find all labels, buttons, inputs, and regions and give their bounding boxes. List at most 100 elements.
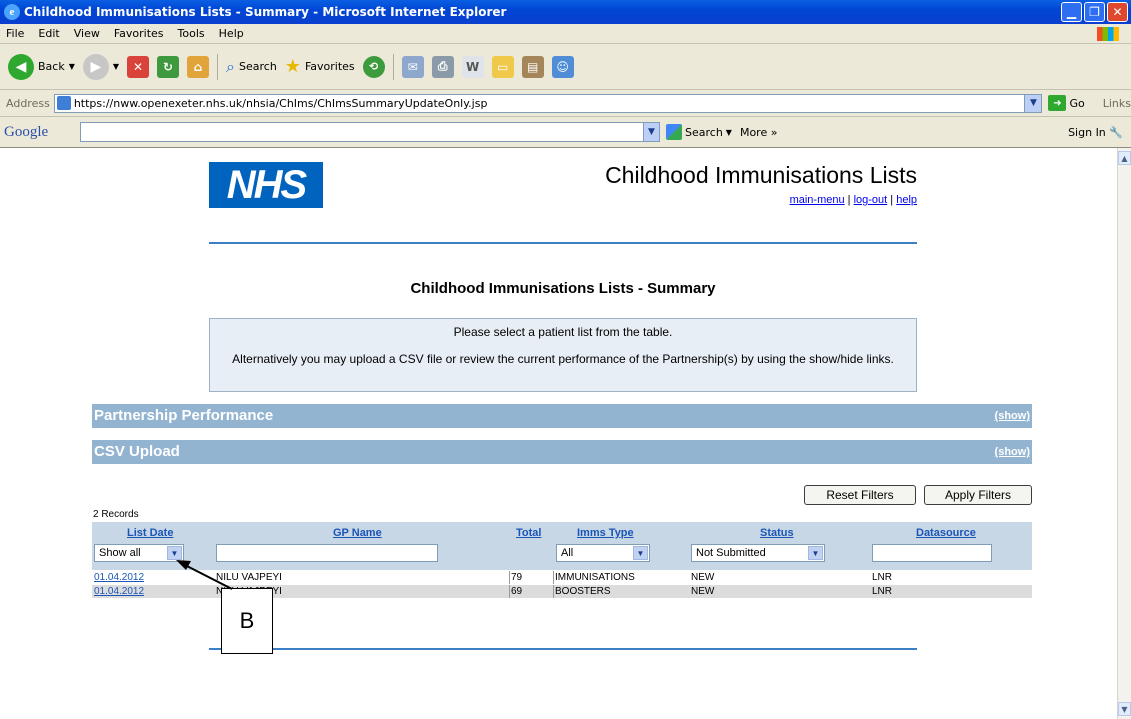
gp-name-cell: NILU VAJPEYI bbox=[216, 572, 282, 583]
home-icon[interactable]: ⌂ bbox=[187, 55, 210, 78]
csv-show-link[interactable]: (show) bbox=[995, 440, 1030, 464]
close-button[interactable]: ✕ bbox=[1107, 2, 1128, 22]
menu-file[interactable]: File bbox=[6, 27, 24, 40]
partnership-show-link[interactable]: (show) bbox=[995, 404, 1030, 428]
column-imms-type[interactable]: Imms Type bbox=[577, 527, 634, 539]
info-box: Please select a patient list from the ta… bbox=[209, 318, 917, 392]
back-arrow-icon: ◀ bbox=[8, 53, 34, 80]
menu-view[interactable]: View bbox=[74, 27, 100, 40]
help-link[interactable]: help bbox=[896, 194, 917, 206]
google-icon bbox=[666, 124, 682, 140]
edit-icon[interactable]: W bbox=[461, 55, 484, 78]
table-row[interactable]: 01.04.2012 NILU VAJPEYI 79 IMMUNISATIONS… bbox=[92, 571, 1032, 584]
apply-filters-button[interactable]: Apply Filters bbox=[924, 485, 1032, 505]
main-menu-link[interactable]: main-menu bbox=[790, 194, 845, 206]
google-search-input[interactable]: ▼ bbox=[80, 122, 660, 142]
imms-type-cell: IMMUNISATIONS bbox=[555, 572, 635, 583]
chevron-down-icon: ▼ bbox=[808, 546, 823, 560]
gp-name-filter-input[interactable] bbox=[216, 544, 438, 562]
annotation-arrow bbox=[176, 560, 233, 590]
minimize-button[interactable]: ▁ bbox=[1061, 2, 1082, 22]
history-icon[interactable]: ⟲ bbox=[362, 55, 385, 78]
datasource-cell: LNR bbox=[872, 586, 893, 597]
column-total[interactable]: Total bbox=[516, 527, 541, 539]
list-date-link[interactable]: 01.04.2012 bbox=[94, 572, 144, 583]
menu-bar: File Edit View Favorites Tools Help bbox=[0, 24, 1131, 44]
column-list-date[interactable]: List Date bbox=[127, 527, 173, 539]
logout-link[interactable]: log-out bbox=[854, 194, 888, 206]
column-datasource[interactable]: Datasource bbox=[916, 527, 976, 539]
chevron-down-icon: ▼ bbox=[633, 546, 648, 560]
toolbar-separator bbox=[217, 53, 219, 80]
menu-edit[interactable]: Edit bbox=[38, 27, 59, 40]
reset-filters-button[interactable]: Reset Filters bbox=[804, 485, 916, 505]
favorites-button[interactable]: ★ Favorites bbox=[285, 56, 355, 77]
google-search-button[interactable]: Search ▼ bbox=[666, 124, 732, 140]
csv-upload-bar: CSV Upload (show) bbox=[92, 440, 1032, 464]
imms-type-filter-select[interactable]: All ▼ bbox=[556, 544, 650, 562]
datasource-filter-input[interactable] bbox=[872, 544, 992, 562]
search-icon: ⌕ bbox=[226, 56, 235, 76]
imms-type-cell: BOOSTERS bbox=[555, 586, 611, 597]
back-button[interactable]: ◀ Back ▼ bbox=[8, 53, 75, 80]
address-label: Address bbox=[6, 96, 50, 110]
status-filter-select[interactable]: Not Submitted ▼ bbox=[691, 544, 825, 562]
folder-icon[interactable]: ▭ bbox=[491, 55, 514, 78]
print-icon[interactable]: ⎙ bbox=[431, 55, 454, 78]
scroll-up-icon[interactable]: ▲ bbox=[1118, 151, 1131, 165]
star-icon: ★ bbox=[284, 56, 301, 77]
page-content: NHS Childhood Immunisations Lists main-m… bbox=[0, 148, 1117, 719]
records-count: 2 Records bbox=[93, 509, 139, 520]
table-header: List Date GP Name Total Imms Type Status… bbox=[92, 522, 1032, 570]
page-icon bbox=[56, 96, 71, 110]
menu-tools[interactable]: Tools bbox=[178, 27, 205, 40]
status-cell: NEW bbox=[691, 572, 715, 583]
menu-favorites[interactable]: Favorites bbox=[114, 27, 164, 40]
forward-button[interactable]: ▶ ▼ bbox=[82, 53, 119, 80]
column-divider bbox=[553, 585, 554, 598]
column-divider bbox=[509, 571, 510, 584]
column-status[interactable]: Status bbox=[760, 527, 794, 539]
vertical-scrollbar[interactable]: ▲ ▼ bbox=[1117, 148, 1131, 719]
column-divider bbox=[509, 585, 510, 598]
chevron-down-icon[interactable]: ▼ bbox=[643, 123, 659, 141]
google-logo: Google bbox=[4, 123, 49, 140]
list-date-filter-select[interactable]: Show all ▼ bbox=[94, 544, 184, 562]
refresh-icon[interactable]: ↻ bbox=[157, 55, 180, 78]
scroll-down-icon[interactable]: ▼ bbox=[1118, 702, 1131, 716]
total-cell: 79 bbox=[511, 572, 523, 583]
annotation-callout: B bbox=[221, 588, 273, 654]
google-signin-button[interactable]: Sign In 🔧 bbox=[1068, 126, 1123, 139]
page-title: Childhood Immunisations Lists - Summary bbox=[410, 280, 716, 297]
google-more-button[interactable]: More » bbox=[740, 126, 778, 139]
go-arrow-icon: ➜ bbox=[1048, 95, 1067, 111]
research-icon[interactable]: ▤ bbox=[521, 55, 544, 78]
links-button[interactable]: Links bbox=[1103, 97, 1131, 110]
mail-icon[interactable]: ✉ bbox=[401, 55, 424, 78]
stop-icon[interactable]: ✕ bbox=[127, 55, 150, 78]
address-url: https://nww.openexeter.nhs.uk/nhsia/ChIm… bbox=[73, 96, 488, 110]
datasource-cell: LNR bbox=[872, 572, 893, 583]
window-title-bar: e Childhood Immunisations Lists - Summar… bbox=[0, 0, 1131, 24]
menu-help[interactable]: Help bbox=[219, 27, 244, 40]
ie-icon: e bbox=[4, 4, 20, 20]
chevron-down-icon[interactable]: ▼ bbox=[1024, 94, 1042, 112]
wrench-icon: 🔧 bbox=[1109, 126, 1123, 139]
nhs-logo: NHS bbox=[209, 162, 323, 208]
maximize-button[interactable]: ❐ bbox=[1084, 2, 1105, 22]
chevron-down-icon: ▼ bbox=[167, 546, 182, 560]
window-title: Childhood Immunisations Lists - Summary … bbox=[24, 5, 507, 19]
go-button[interactable]: ➜ Go bbox=[1048, 95, 1085, 111]
search-button[interactable]: ⌕ Search bbox=[226, 57, 277, 77]
address-input[interactable]: https://nww.openexeter.nhs.uk/nhsia/ChIm… bbox=[53, 93, 1043, 113]
divider bbox=[209, 648, 917, 650]
messenger-icon[interactable]: ☺ bbox=[551, 55, 574, 78]
top-links: main-menu | log-out | help bbox=[789, 194, 917, 206]
list-date-link[interactable]: 01.04.2012 bbox=[94, 586, 144, 597]
address-bar: Address https://nww.openexeter.nhs.uk/nh… bbox=[0, 90, 1131, 117]
info-text: Alternatively you may upload a CSV file … bbox=[232, 352, 894, 366]
column-divider bbox=[553, 571, 554, 584]
partnership-performance-bar: Partnership Performance (show) bbox=[92, 404, 1032, 428]
browser-toolbar: ◀ Back ▼ ▶ ▼ ✕ ↻ ⌂ ⌕ Search ★ Favorites ⟲ … bbox=[0, 44, 1131, 90]
column-gp-name[interactable]: GP Name bbox=[333, 527, 382, 539]
